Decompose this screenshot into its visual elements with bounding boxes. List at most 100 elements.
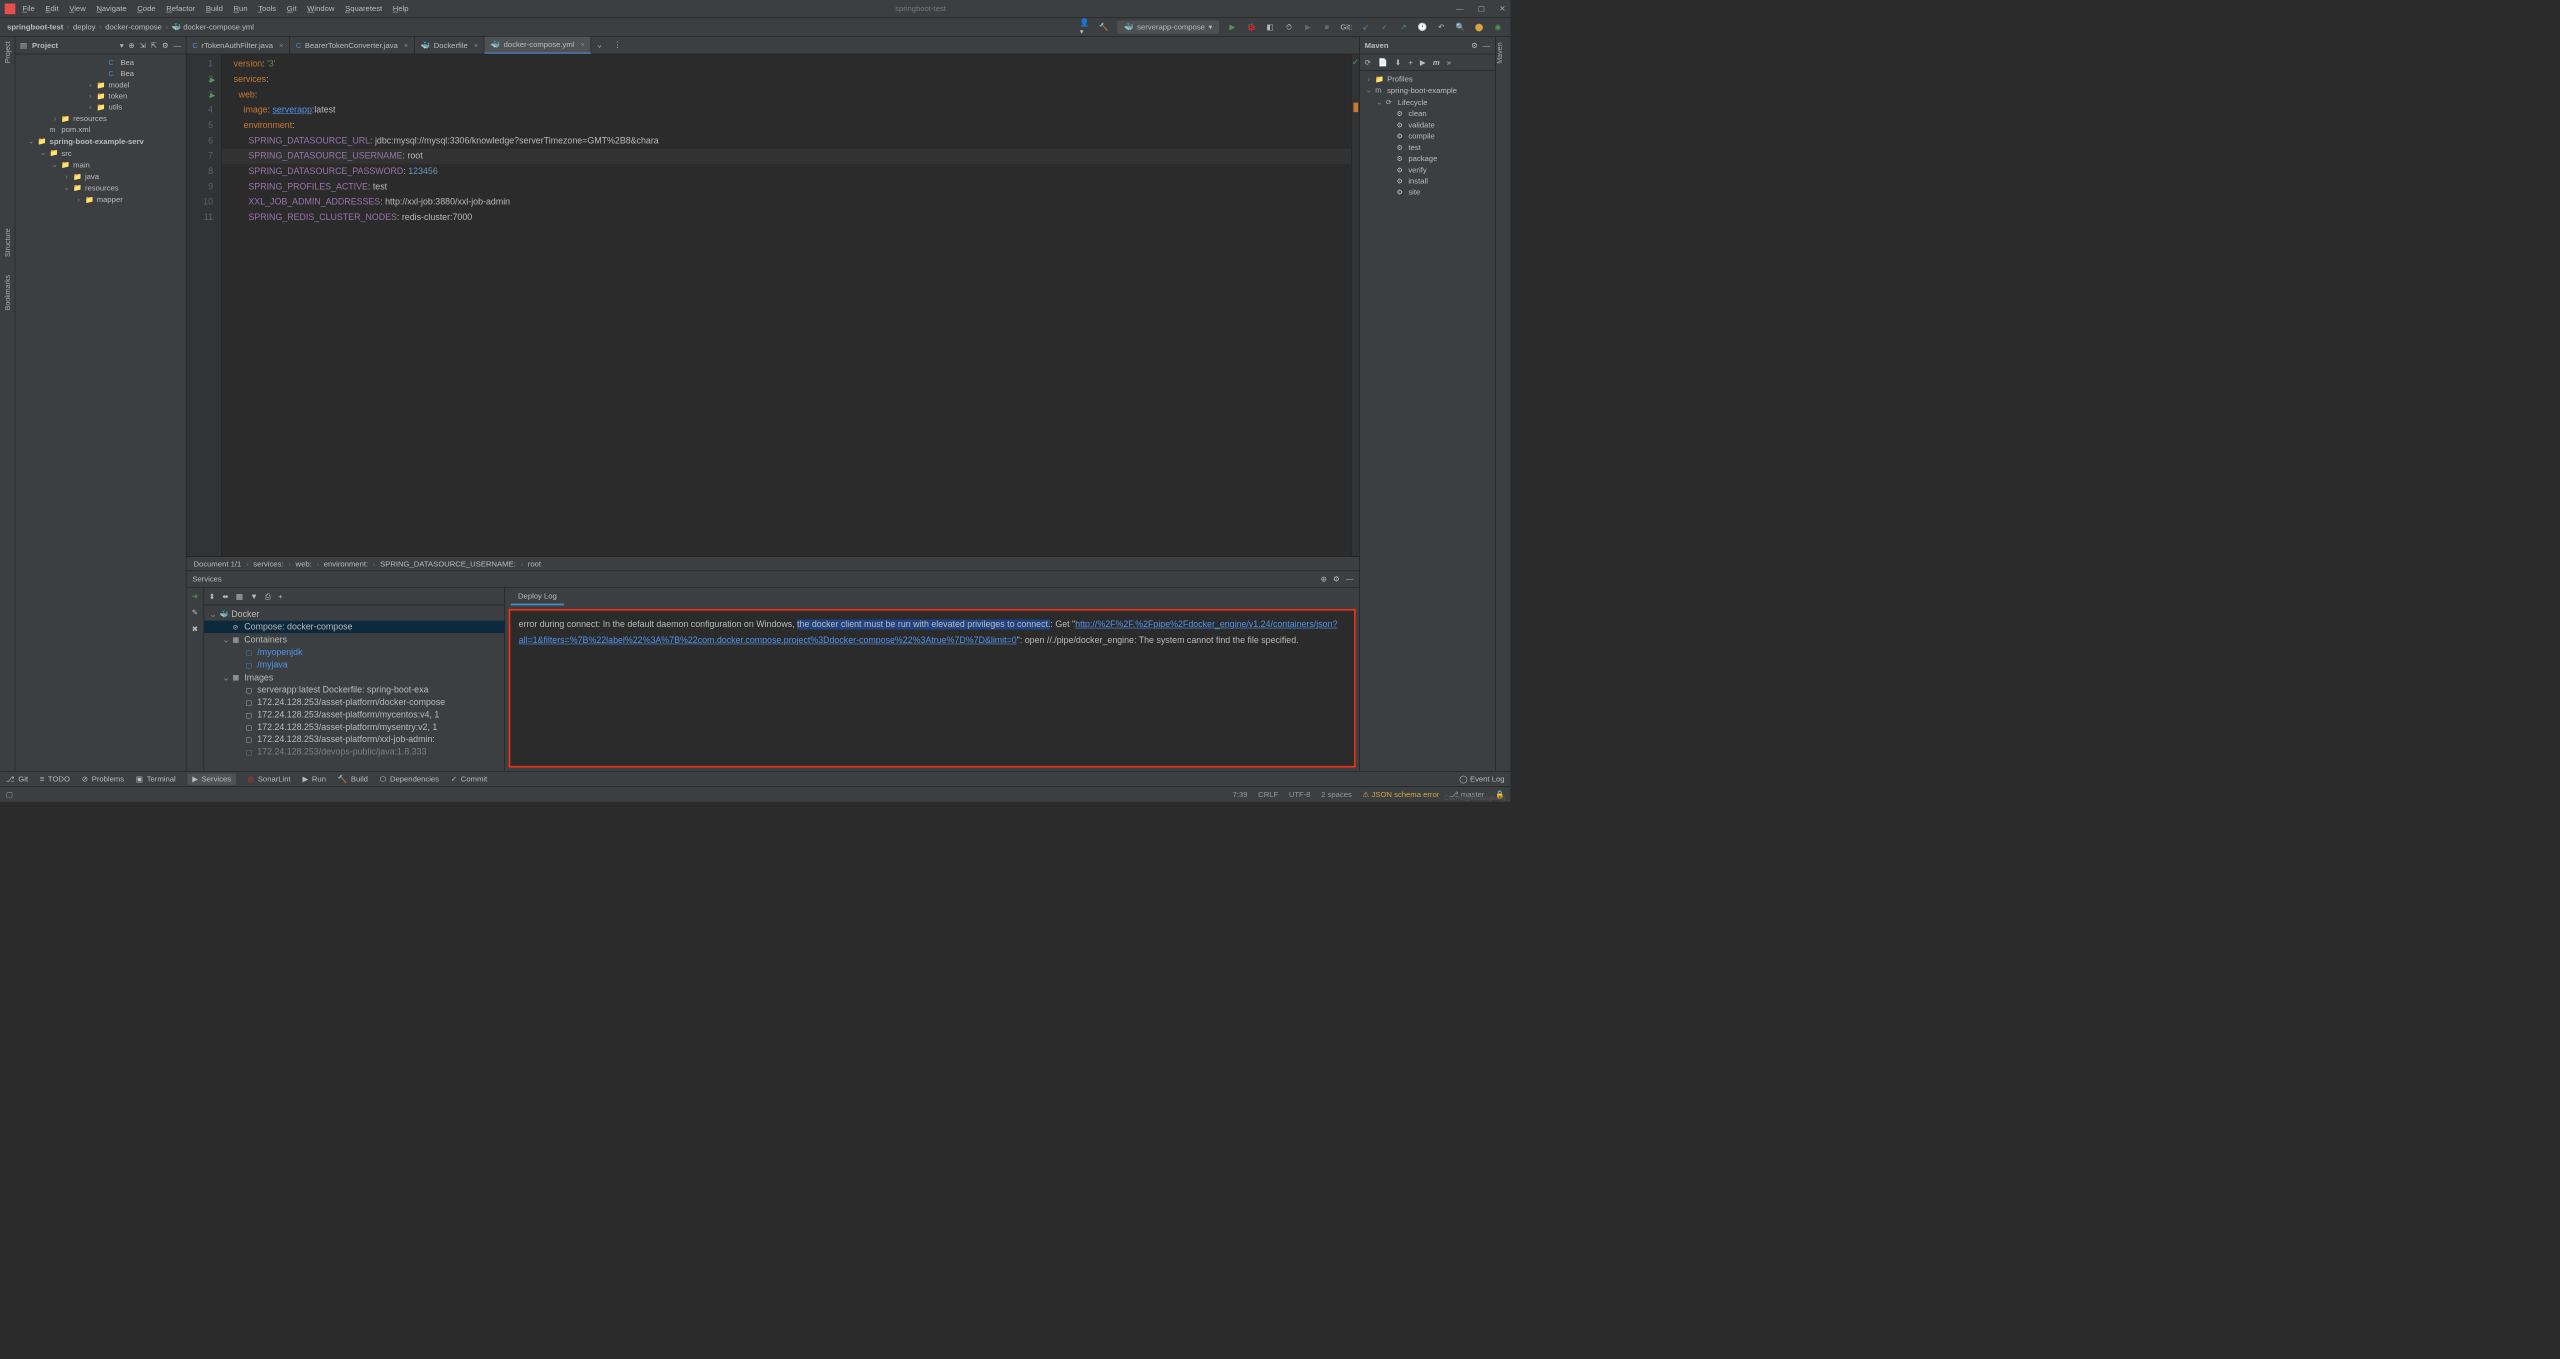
services-item[interactable]: ▢ 172.24.128.253/asset-platform/mycentos… <box>204 709 504 721</box>
menu-squaretest[interactable]: Squaretest <box>345 4 382 13</box>
run-gutter-icon[interactable]: ▶ <box>210 87 215 102</box>
minimize-icon[interactable]: — <box>1456 4 1464 13</box>
cursor-position[interactable]: 7:39 <box>1233 790 1248 799</box>
close-tab-icon[interactable]: × <box>474 41 478 50</box>
git-commit-icon[interactable]: ✓ <box>1379 22 1390 33</box>
menu-file[interactable]: File <box>22 4 34 13</box>
hide-icon[interactable]: — <box>1346 575 1354 584</box>
tree-item[interactable]: ⌄ 📁 src <box>15 147 186 159</box>
breadcrumb-item[interactable]: deploy <box>73 22 96 31</box>
deploy-icon[interactable]: ➜ <box>192 591 198 600</box>
maven-item[interactable]: ⚙compile <box>1360 130 1495 141</box>
event-log[interactable]: ◯ Event Log <box>1459 774 1504 783</box>
git-update-icon[interactable]: ↙ <box>1361 22 1372 33</box>
menu-tools[interactable]: Tools <box>258 4 276 13</box>
project-tool-tab[interactable]: Project <box>3 41 11 63</box>
git-history-icon[interactable]: 🕐 <box>1417 22 1428 33</box>
menu-build[interactable]: Build <box>206 4 223 13</box>
tool-terminal[interactable]: ▣Terminal <box>136 774 176 783</box>
menu-git[interactable]: Git <box>287 4 297 13</box>
maven-tool-tab[interactable]: Maven <box>1496 42 1504 63</box>
build-icon[interactable]: 🔨 <box>1099 22 1110 33</box>
tool-dependencies[interactable]: ⬡Dependencies <box>380 774 439 783</box>
services-item[interactable]: ▢ /myjava <box>204 658 504 670</box>
group-icon[interactable]: ▦ <box>236 591 243 600</box>
run-icon[interactable]: ▶ <box>1420 58 1426 67</box>
more-icon[interactable]: » <box>1447 58 1451 67</box>
run-button[interactable]: ▶ <box>1227 22 1238 33</box>
menu-code[interactable]: Code <box>137 4 155 13</box>
close-icon[interactable]: ✕ <box>1499 4 1505 13</box>
maven-item[interactable]: ⚙verify <box>1360 164 1495 175</box>
maven-item[interactable]: ⚙site <box>1360 186 1495 197</box>
services-item[interactable]: ▢ 172.24.128.253/asset-platform/mysentry… <box>204 721 504 733</box>
breadcrumb[interactable]: springboot-test › deploy › docker-compos… <box>7 22 254 31</box>
layout-icon[interactable]: ⎙ <box>265 591 271 600</box>
coverage-button[interactable]: ◧ <box>1265 22 1276 33</box>
tool-commit[interactable]: ✓Commit <box>451 774 487 783</box>
menu-refactor[interactable]: Refactor <box>166 4 195 13</box>
editor-crumb-item[interactable]: environment: <box>324 559 368 568</box>
add-icon[interactable]: + <box>1408 58 1412 67</box>
tool-services[interactable]: ▶Services <box>187 773 235 785</box>
services-item[interactable]: ▢ 172.24.128.253/devops-public/java:1.8.… <box>204 746 504 758</box>
toolbox-icon[interactable]: ◉ <box>1493 22 1504 33</box>
debug-button[interactable]: 🐞 <box>1246 22 1257 33</box>
tree-item[interactable]: › 📁 model <box>15 79 186 90</box>
stop-icon[interactable]: ✖ <box>192 624 198 633</box>
sync-icon[interactable]: ⬤ <box>1474 22 1485 33</box>
services-tree[interactable]: ⌄ 🐳 Docker ⊘ Compose: docker-compose ⌄ ▦… <box>204 605 504 760</box>
edit-icon[interactable]: ✎ <box>192 608 198 617</box>
editor-crumb-item[interactable]: root <box>528 559 541 568</box>
tree-item[interactable]: ⌄ 📁 main <box>15 159 186 171</box>
tree-item[interactable]: › 📁 utils <box>15 101 186 112</box>
deploy-log-tab[interactable]: Deploy Log <box>511 588 564 606</box>
menu-help[interactable]: Help <box>393 4 409 13</box>
tree-item[interactable]: › 📁 java <box>15 171 186 182</box>
close-tab-icon[interactable]: × <box>404 41 408 50</box>
editor-tabs[interactable]: C rTokenAuthFilter.java× C BearerTokenCo… <box>186 37 1359 55</box>
user-icon[interactable]: 👤▾ <box>1080 22 1091 33</box>
breadcrumb-item[interactable]: springboot-test <box>7 22 63 31</box>
tree-item[interactable]: C Bea <box>15 68 186 79</box>
editor-marker-bar[interactable]: ✓ <box>1351 54 1359 556</box>
schema-warning[interactable]: ⚠ JSON schema error <box>1363 790 1440 799</box>
tab-more[interactable]: ⋮ <box>608 37 627 54</box>
editor-crumb-item[interactable]: services: <box>253 559 283 568</box>
gear-icon[interactable]: ⚙ <box>162 40 169 49</box>
maven-item[interactable]: ⚙test <box>1360 142 1495 153</box>
hide-icon[interactable]: — <box>1483 41 1491 50</box>
editor-tab[interactable]: C BearerTokenConverter.java× <box>290 37 415 54</box>
editor-crumb-item[interactable]: web: <box>296 559 312 568</box>
git-rollback-icon[interactable]: ↶ <box>1436 22 1447 33</box>
tool-run[interactable]: ▶Run <box>302 774 326 783</box>
structure-tool-tab[interactable]: Structure <box>3 229 11 258</box>
tool-problems[interactable]: ⊘Problems <box>82 774 124 783</box>
generate-icon[interactable]: 📄 <box>1378 58 1388 67</box>
maven-item[interactable]: ⚙clean <box>1360 108 1495 119</box>
menu-view[interactable]: View <box>69 4 85 13</box>
maven-icon[interactable]: m <box>1433 58 1440 67</box>
maven-item[interactable]: › 📁Profiles <box>1360 73 1495 84</box>
expand-icon[interactable]: ⇲ <box>140 40 146 49</box>
close-tab-icon[interactable]: × <box>580 40 584 49</box>
editor-breadcrumb[interactable]: Document 1/1 › services: › web: › enviro… <box>186 556 1359 570</box>
gear-icon[interactable]: ⚙ <box>1333 574 1340 583</box>
breadcrumb-item[interactable]: 🐳 docker-compose.yml <box>172 22 254 31</box>
editor-tab[interactable]: C rTokenAuthFilter.java× <box>186 37 289 54</box>
maximize-icon[interactable]: ▢ <box>1478 4 1485 13</box>
services-item[interactable]: ⌄ 🐳 Docker <box>204 608 504 621</box>
collapse-all-icon[interactable]: ⬌ <box>222 591 228 600</box>
services-item[interactable]: ▢ 172.24.128.253/asset-platform/docker-c… <box>204 696 504 708</box>
breadcrumb-item[interactable]: docker-compose <box>105 22 162 31</box>
stop-button[interactable]: ■ <box>1321 22 1332 33</box>
tool-todo[interactable]: ≡TODO <box>40 775 70 784</box>
more-run-button[interactable]: ▶ <box>1303 22 1314 33</box>
tree-item[interactable]: › 📁 token <box>15 90 186 101</box>
editor-tab[interactable]: 🐳 docker-compose.yml× <box>485 37 592 54</box>
maven-tree[interactable]: › 📁Profiles ⌄ mspring-boot-example ⌄ ⟳Li… <box>1360 71 1495 200</box>
services-item[interactable]: ▢ serverapp:latest Dockerfile: spring-bo… <box>204 684 504 696</box>
target-icon[interactable]: ⊕ <box>1321 574 1327 583</box>
menu-window[interactable]: Window <box>307 4 334 13</box>
git-push-icon[interactable]: ↗ <box>1398 22 1409 33</box>
